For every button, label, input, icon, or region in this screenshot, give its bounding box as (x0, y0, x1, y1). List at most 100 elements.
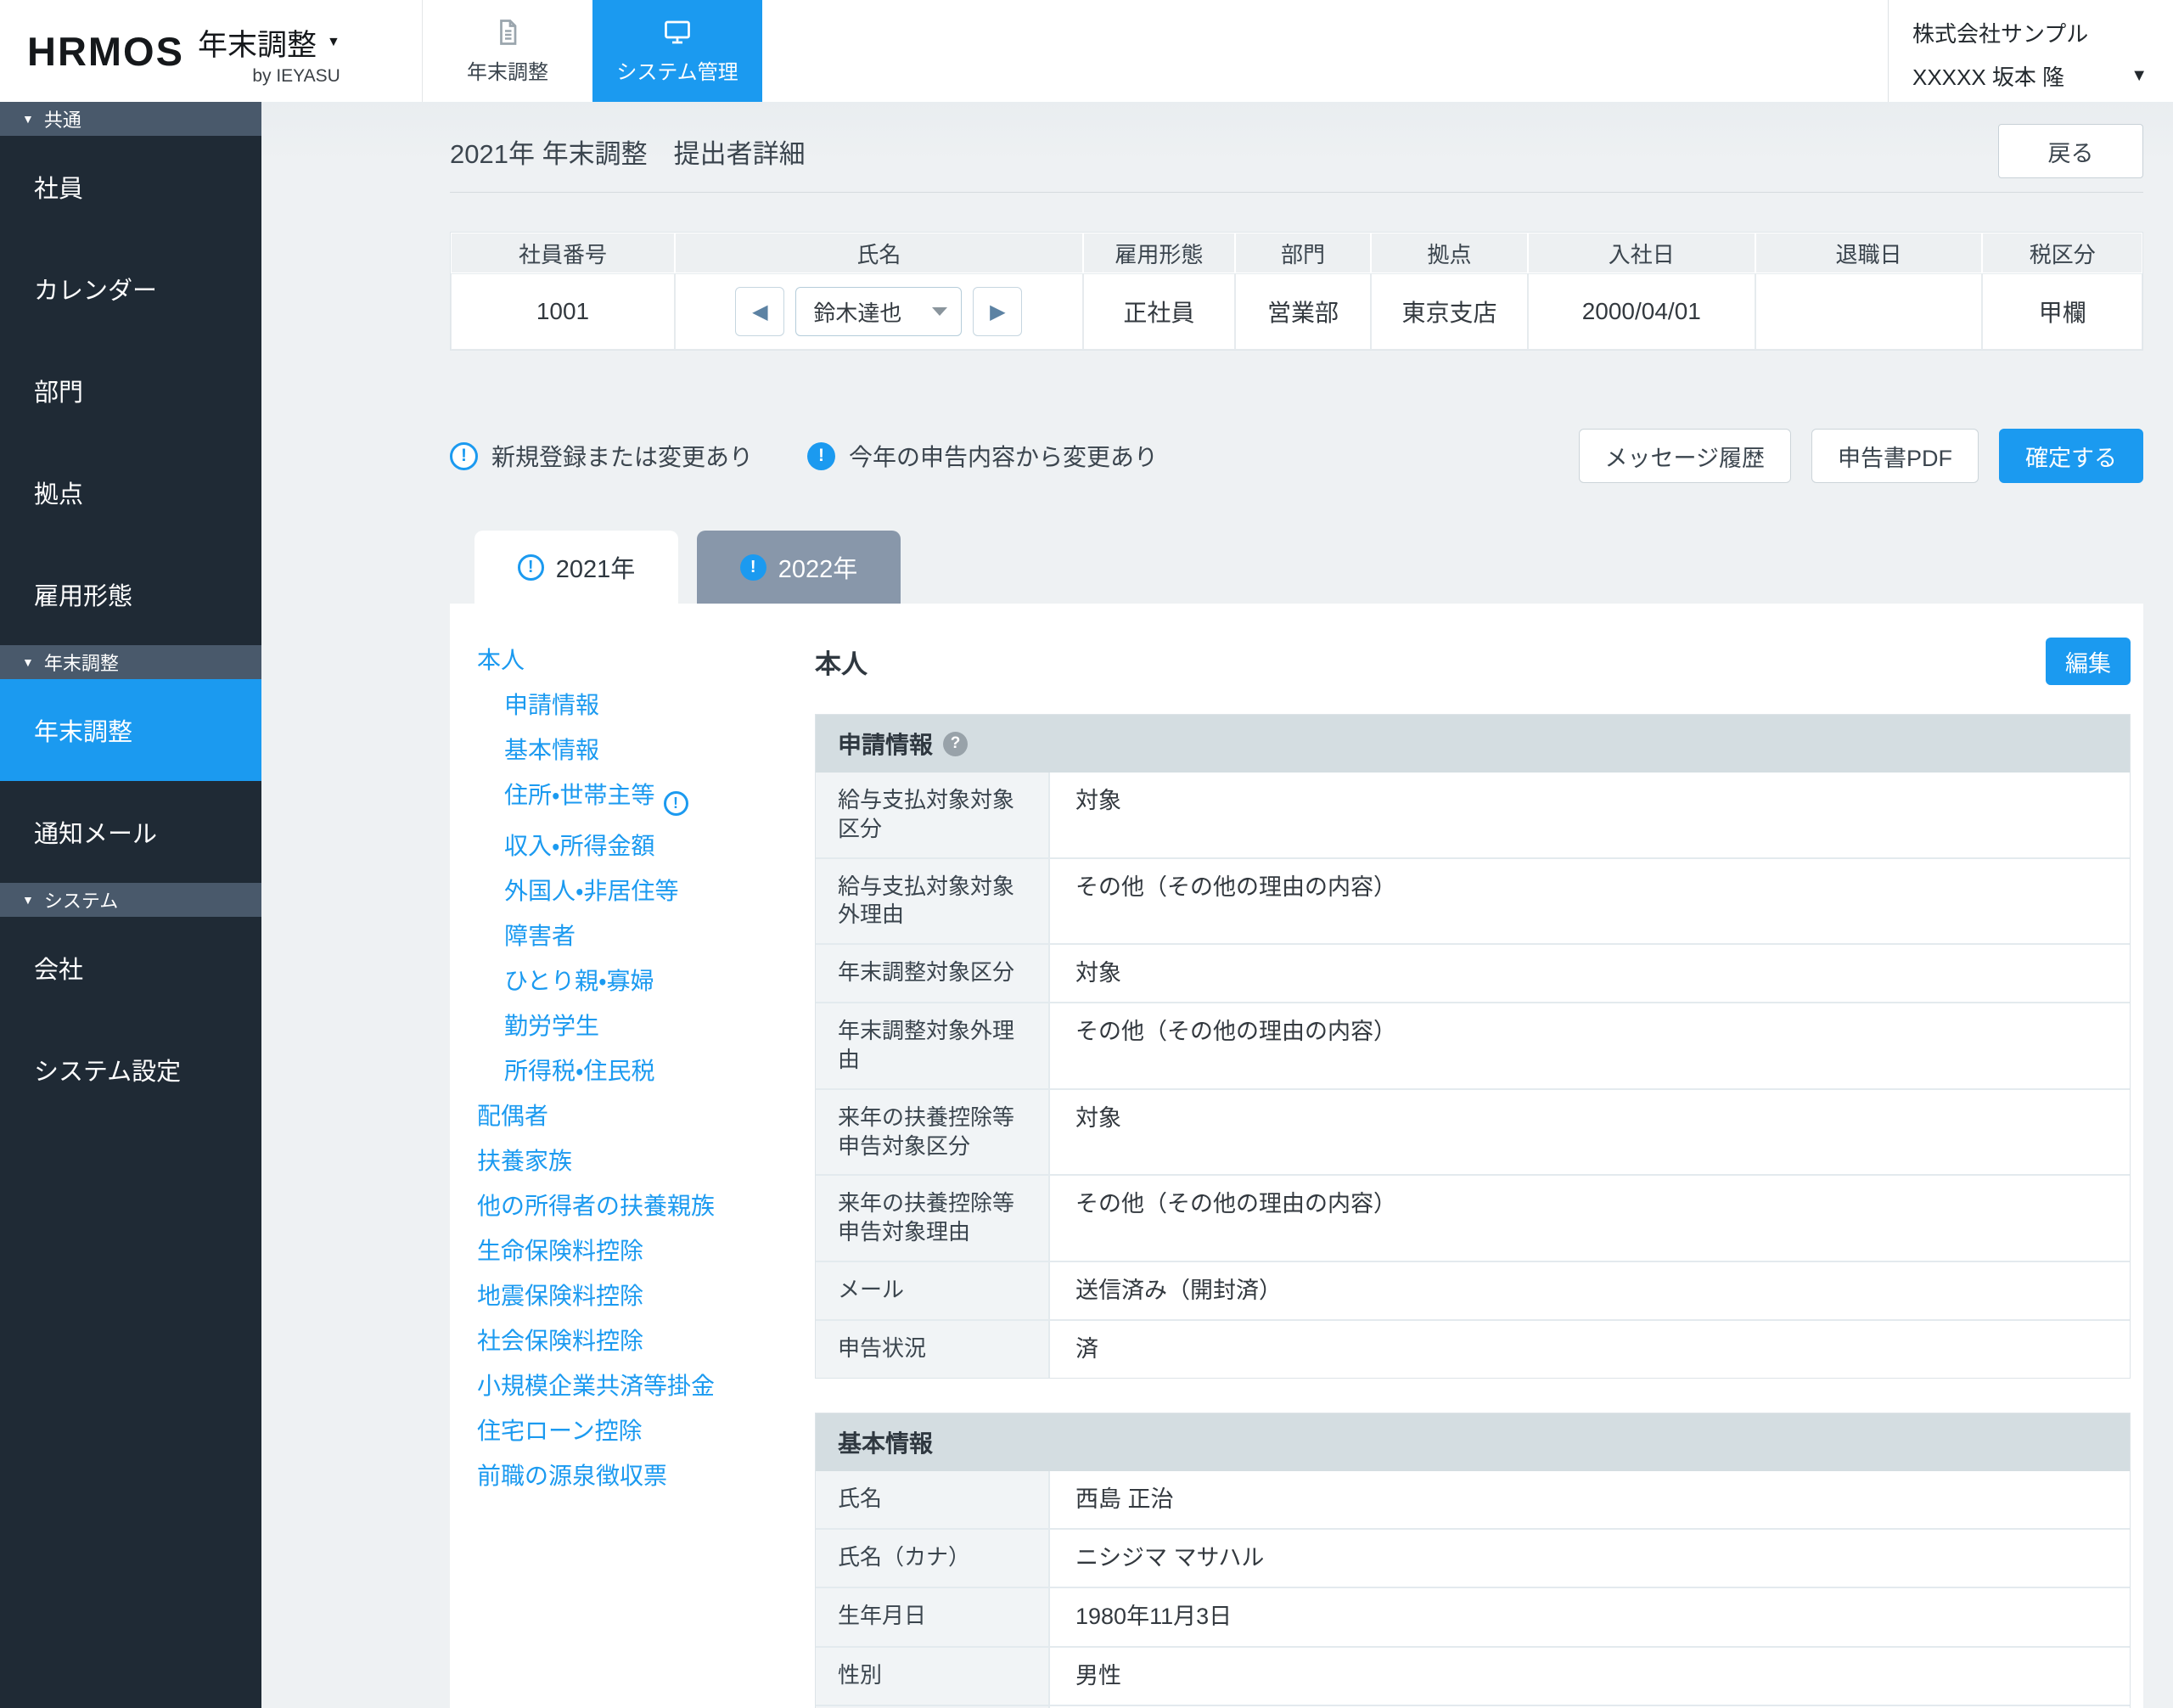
sidebar-item-employment-type[interactable]: 雇用形態 (0, 543, 261, 645)
legend-label: 今年の申告内容から変更あり (849, 439, 1158, 473)
panel-nav-working-student[interactable]: 勤労学生 (504, 1012, 815, 1041)
edit-button[interactable]: 編集 (2046, 638, 2131, 685)
table-row: 入社日 2001/04/02 (816, 1705, 2130, 1708)
basic-info-title: 基本情報 (816, 1413, 2130, 1471)
detail-nav: 本人 申請情報 基本情報 住所・世帯主等! 収入・所得金額 外国人・非居住等 障… (450, 604, 815, 1708)
panel-nav-disability[interactable]: 障害者 (504, 922, 815, 951)
sidebar-item-company[interactable]: 会社 (0, 917, 261, 1019)
legend-new-or-changed: ! 新規登録または変更あり (450, 439, 753, 473)
panel-nav-previous-withholding-slip[interactable]: 前職の源泉徴収票 (477, 1462, 815, 1491)
chevron-down-icon (932, 307, 947, 316)
top-bar: HRMOS 年末調整 ▼ by IEYASU 年末調整 システム管理 株式会社サ… (0, 0, 2173, 102)
prev-employee-button[interactable]: ◀ (735, 287, 784, 336)
logo-caret-down-icon[interactable]: ▼ (327, 35, 340, 50)
department-cell: 営業部 (1235, 273, 1371, 350)
alert-outline-icon: ! (450, 442, 478, 470)
panel-nav-housing-loan[interactable]: 住宅ローン控除 (477, 1417, 815, 1446)
account-user: XXXXX 坂本 隆 (1912, 60, 2064, 92)
panel-nav-social-insurance[interactable]: 社会保険料控除 (477, 1327, 815, 1356)
alert-filled-icon: ! (807, 442, 835, 470)
sidebar-item-notification-mail[interactable]: 通知メール (0, 781, 261, 883)
detail-panel: 本人 申請情報 基本情報 住所・世帯主等! 収入・所得金額 外国人・非居住等 障… (450, 604, 2143, 1708)
detail-content: 本人 編集 申請情報 ? 給与支払対象対象区分 対象 給与支払対象対象外理由 そ… (815, 604, 2143, 1708)
year-tab-label: 2021年 (556, 549, 636, 585)
panel-nav-application-info[interactable]: 申請情報 (504, 691, 815, 720)
confirm-button[interactable]: 確定する (1999, 429, 2143, 483)
sidebar-item-departments[interactable]: 部門 (0, 340, 261, 441)
hrmos-logo[interactable]: HRMOS 年末調整 ▼ by IEYASU (0, 0, 422, 102)
col-tax-class: 税区分 (1982, 233, 2142, 273)
page-title: 2021年 年末調整 提出者詳細 (450, 132, 806, 171)
logo-product-block: 年末調整 ▼ by IEYASU (198, 21, 340, 87)
tax-class-cell: 甲欄 (1982, 273, 2142, 350)
col-employee-no: 社員番号 (451, 233, 675, 273)
account-menu[interactable]: 株式会社サンプル XXXXX 坂本 隆 ▼ (1888, 0, 2173, 102)
col-name: 氏名 (675, 233, 1083, 273)
year-tab-2022[interactable]: ! 2022年 (697, 531, 901, 604)
sidebar-section-label: システム (44, 886, 118, 913)
table-row: 申告状況 済 (816, 1319, 2130, 1378)
basic-info-table: 基本情報 氏名 西島 正治 氏名（カナ） ニシジマ マサハル 生年月日 1980… (815, 1413, 2131, 1708)
table-row: 給与支払対象対象外理由 その他（その他の理由の内容） (816, 857, 2130, 944)
sidebar-section-common[interactable]: ▼ 共通 (0, 102, 261, 136)
year-tab-2021[interactable]: ! 2021年 (474, 531, 678, 604)
table-row: 来年の扶養控除等申告対象理由 その他（その他の理由の内容） (816, 1174, 2130, 1261)
top-tab-nenmatsu[interactable]: 年末調整 (423, 0, 592, 102)
year-tab-label: 2022年 (778, 549, 858, 585)
panel-nav-address-householder[interactable]: 住所・世帯主等! (504, 781, 815, 816)
employee-table-row: 1001 ◀ 鈴木達也 ▶ (451, 273, 2142, 350)
top-tab-system-admin[interactable]: システム管理 (592, 0, 762, 102)
alert-outline-icon: ! (518, 554, 544, 581)
sidebar-section-label: 共通 (44, 105, 81, 132)
table-row: 年末調整対象外理由 その他（その他の理由の内容） (816, 1002, 2130, 1088)
account-caret-down-icon[interactable]: ▼ (2131, 66, 2148, 86)
panel-nav-single-parent[interactable]: ひとり親・寡婦 (504, 967, 815, 996)
sidebar-item-nencho[interactable]: 年末調整 (0, 679, 261, 781)
help-icon[interactable]: ? (943, 732, 968, 756)
table-row: 氏名 西島 正治 (816, 1471, 2130, 1528)
table-row: メール 送信済み（開封済） (816, 1261, 2130, 1319)
document-icon (492, 17, 523, 48)
panel-nav-small-enterprise-mutual-aid[interactable]: 小規模企業共済等掛金 (477, 1372, 815, 1401)
col-department: 部門 (1235, 233, 1371, 273)
prev-icon: ◀ (752, 300, 767, 324)
retire-date-cell (1755, 273, 1983, 350)
table-row: 性別 男性 (816, 1646, 2130, 1705)
logo-product: 年末調整 (198, 21, 317, 65)
panel-nav-self[interactable]: 本人 (477, 646, 815, 675)
employee-summary-table: 社員番号 氏名 雇用形態 部門 拠点 入社日 退職日 税区分 1001 (450, 232, 2143, 351)
alert-outline-icon: ! (664, 791, 688, 816)
hire-date-cell: 2000/04/01 (1528, 273, 1755, 350)
next-employee-button[interactable]: ▶ (973, 287, 1022, 336)
panel-nav-dependents[interactable]: 扶養家族 (477, 1147, 815, 1176)
message-history-button[interactable]: メッセージ履歴 (1579, 429, 1791, 483)
caret-down-icon: ▼ (22, 655, 34, 669)
employee-select[interactable]: 鈴木達也 (795, 287, 962, 336)
panel-nav-other-dependents[interactable]: 他の所得者の扶養親族 (477, 1192, 815, 1221)
application-info-title: 申請情報 ? (816, 715, 2130, 773)
alert-filled-icon: ! (740, 554, 766, 581)
col-hire-date: 入社日 (1528, 233, 1755, 273)
panel-nav-income-resident-tax[interactable]: 所得税・住民税 (504, 1057, 815, 1086)
page-head: 2021年 年末調整 提出者詳細 戻る (450, 124, 2143, 178)
sidebar-item-system-settings[interactable]: システム設定 (0, 1019, 261, 1121)
col-retire-date: 退職日 (1755, 233, 1983, 273)
panel-nav-income[interactable]: 収入・所得金額 (504, 832, 815, 861)
year-tabs: ! 2021年 ! 2022年 (450, 531, 2143, 604)
sidebar-item-calendar[interactable]: カレンダー (0, 238, 261, 340)
panel-nav-foreigner[interactable]: 外国人・非居住等 (504, 877, 815, 906)
sidebar-section-system[interactable]: ▼ システム (0, 883, 261, 917)
pdf-button[interactable]: 申告書PDF (1811, 429, 1979, 483)
table-row: 来年の扶養控除等申告対象区分 対象 (816, 1088, 2130, 1175)
logo-byline: by IEYASU (252, 66, 340, 87)
sidebar-section-nencho[interactable]: ▼ 年末調整 (0, 645, 261, 679)
panel-nav-life-insurance[interactable]: 生命保険料控除 (477, 1237, 815, 1266)
panel-nav-basic-info[interactable]: 基本情報 (504, 736, 815, 765)
sidebar-item-locations[interactable]: 拠点 (0, 441, 261, 543)
panel-nav-spouse[interactable]: 配偶者 (477, 1102, 815, 1131)
back-button[interactable]: 戻る (1998, 124, 2143, 178)
table-row: 年末調整対象区分 対象 (816, 943, 2130, 1002)
sidebar-item-employees[interactable]: 社員 (0, 136, 261, 238)
panel-nav-earthquake-insurance[interactable]: 地震保険料控除 (477, 1282, 815, 1311)
section-title: 本人 (815, 643, 868, 681)
